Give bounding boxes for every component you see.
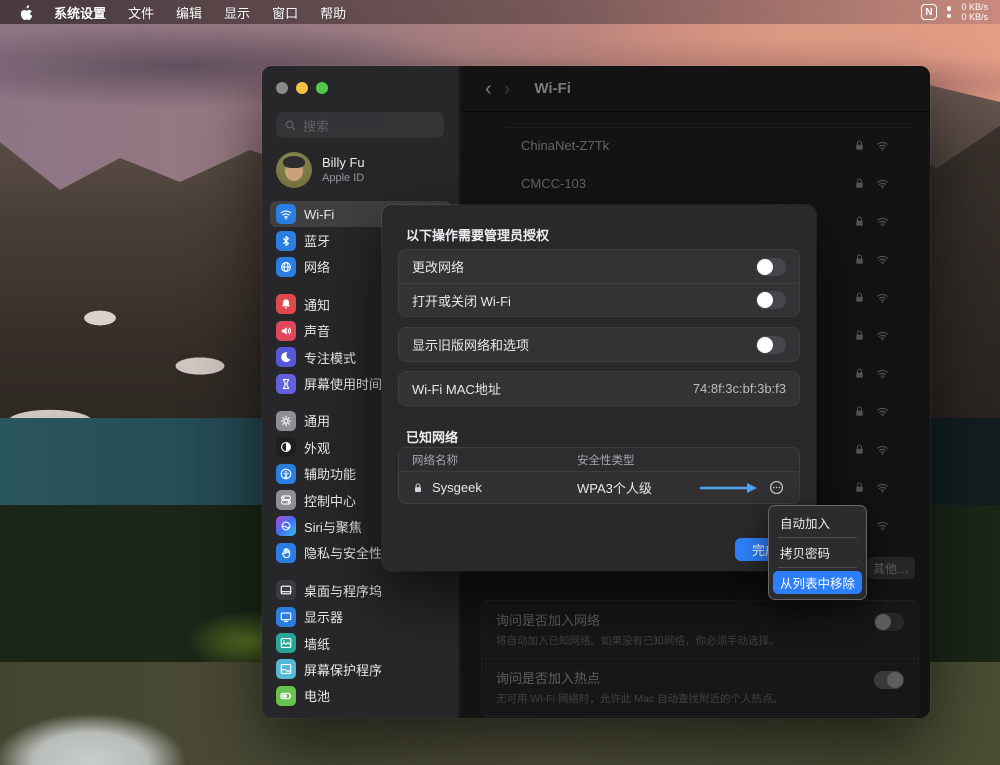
stats-menu-icon[interactable]: [947, 6, 952, 18]
menu-item-edit[interactable]: 编辑: [176, 3, 202, 22]
sidebar-item-label: 显示器: [304, 607, 343, 626]
legacy-toggle-row: 显示旧版网络和选项: [399, 328, 799, 361]
sidebar-item-label: 墙纸: [304, 634, 330, 653]
sheet-title: 以下操作需要管理员授权: [406, 225, 549, 244]
mac-address-row: Wi-Fi MAC地址 74:8f:3c:bf:3b:f3: [399, 372, 799, 405]
table-header: 网络名称 安全性类型: [399, 448, 799, 472]
system-settings-window: 搜索 Billy Fu Apple ID Wi-Fi 蓝牙网络通知声音专注模式屏幕…: [262, 66, 930, 718]
admin-toggle[interactable]: [756, 258, 786, 276]
sidebar-item-label: Wi-Fi: [304, 207, 334, 222]
sidebar-item-wallpaper[interactable]: 墙纸: [270, 630, 451, 656]
apple-id-profile[interactable]: Billy Fu Apple ID: [276, 152, 365, 188]
bluetooth-icon: [276, 231, 296, 251]
profile-subtitle: Apple ID: [322, 171, 365, 185]
admin-toggle-label: 更改网络: [412, 257, 464, 276]
network-speed-indicator[interactable]: 0 KB/s0 KB/s: [961, 2, 988, 22]
sidebar-item-label: 声音: [304, 321, 330, 340]
sidebar-item-display[interactable]: 显示器: [270, 603, 451, 629]
known-network-security: WPA3个人级: [577, 478, 697, 497]
mac-address-value: 74:8f:3c:bf:3b:f3: [693, 381, 786, 396]
context-menu-item[interactable]: 自动加入: [773, 511, 862, 534]
arrow-annotation: [699, 481, 761, 495]
sidebar-item-label: Siri与聚焦: [304, 517, 362, 536]
known-network-row[interactable]: Sysgeek WPA3个人级: [399, 472, 799, 503]
known-networks-title: 已知网络: [406, 427, 458, 446]
admin-toggle-label: 打开或关闭 Wi-Fi: [412, 291, 511, 310]
sidebar-item-label: 屏幕使用时间: [304, 374, 382, 393]
menu-bar: 系统设置 文件 编辑 显示 窗口 帮助 N 0 KB/s0 KB/s: [0, 0, 1000, 24]
menu-item-view[interactable]: 显示: [224, 3, 250, 22]
speaker-icon: [276, 321, 296, 341]
moon-icon: [276, 347, 296, 367]
admin-auth-sheet: 以下操作需要管理员授权 更改网络 打开或关闭 Wi-Fi 显示旧版网络和选项 W…: [382, 205, 816, 571]
sidebar-item-dock[interactable]: 桌面与程序坞: [270, 577, 451, 603]
globe-icon: [276, 257, 296, 277]
legacy-toggle-label: 显示旧版网络和选项: [412, 335, 529, 354]
hourglass-icon: [276, 374, 296, 394]
zoom-button[interactable]: [316, 82, 328, 94]
legacy-toggle-group: 显示旧版网络和选项: [398, 327, 800, 362]
more-options-button[interactable]: [768, 479, 785, 496]
mac-address-label: Wi-Fi MAC地址: [412, 379, 501, 398]
search-placeholder: 搜索: [303, 116, 329, 135]
sidebar-item-label: 辅助功能: [304, 464, 356, 483]
menu-item-help[interactable]: 帮助: [320, 3, 346, 22]
admin-toggle-row: 更改网络: [399, 250, 799, 283]
apple-icon[interactable]: [18, 4, 32, 20]
sidebar-item-label: 桌面与程序坞: [304, 581, 382, 600]
lock-icon: [412, 482, 424, 494]
sidebar-item-label: 网络: [304, 257, 330, 276]
notes-status-icon[interactable]: N: [921, 4, 937, 20]
network-context-menu: 自动加入拷贝密码从列表中移除: [768, 505, 867, 600]
close-button[interactable]: [276, 82, 288, 94]
menu-item-file[interactable]: 文件: [128, 3, 154, 22]
gear-icon: [276, 411, 296, 431]
column-security-type: 安全性类型: [577, 452, 697, 468]
sidebar-item-label: 蓝牙: [304, 231, 330, 250]
wifi-icon: [276, 204, 296, 224]
mac-address-group: Wi-Fi MAC地址 74:8f:3c:bf:3b:f3: [398, 371, 800, 406]
sidebar-item-battery[interactable]: 电池: [270, 683, 451, 709]
known-networks-table: 网络名称 安全性类型 Sysgeek WPA3个人级: [398, 447, 800, 504]
menu-separator: [778, 567, 857, 568]
known-network-name: Sysgeek: [432, 480, 482, 495]
hand-icon: [276, 543, 296, 563]
legacy-toggle[interactable]: [756, 336, 786, 354]
traffic-lights: [276, 82, 328, 94]
admin-toggle-row: 打开或关闭 Wi-Fi: [399, 283, 799, 316]
column-network-name: 网络名称: [399, 452, 577, 468]
accessibility-icon: [276, 464, 296, 484]
menu-item-app[interactable]: 系统设置: [54, 3, 106, 22]
sidebar-item-label: 隐私与安全性: [304, 543, 382, 562]
sidebar-item-screensaver[interactable]: 屏幕保护程序: [270, 656, 451, 682]
sidebar-item-label: 专注模式: [304, 348, 356, 367]
sidebar-item-label: 电池: [304, 686, 330, 705]
screensaver-icon: [276, 659, 296, 679]
avatar: [276, 152, 312, 188]
menu-separator: [778, 537, 857, 538]
sidebar-item-label: 屏幕保护程序: [304, 660, 382, 679]
battery-icon: [276, 686, 296, 706]
control-center-icon: [276, 490, 296, 510]
sidebar-item-label: 控制中心: [304, 491, 356, 510]
siri-icon: [276, 516, 296, 536]
display-icon: [276, 607, 296, 627]
sidebar-item-label: 通用: [304, 411, 330, 430]
sidebar-item-label: 通知: [304, 295, 330, 314]
sidebar-item-label: 外观: [304, 438, 330, 457]
menu-item-window[interactable]: 窗口: [272, 3, 298, 22]
profile-name: Billy Fu: [322, 155, 365, 171]
admin-toggles-group: 更改网络 打开或关闭 Wi-Fi: [398, 249, 800, 317]
desktop: 系统设置 文件 编辑 显示 窗口 帮助 N 0 KB/s0 KB/s 搜索: [0, 0, 1000, 765]
minimize-button[interactable]: [296, 82, 308, 94]
bell-icon: [276, 294, 296, 314]
appearance-icon: [276, 437, 296, 457]
wallpaper-icon: [276, 633, 296, 653]
search-icon: [284, 119, 297, 132]
admin-toggle[interactable]: [756, 291, 786, 309]
context-menu-item[interactable]: 拷贝密码: [773, 541, 862, 564]
context-menu-item[interactable]: 从列表中移除: [773, 571, 862, 594]
search-input[interactable]: 搜索: [276, 112, 444, 138]
dock-icon: [276, 580, 296, 600]
